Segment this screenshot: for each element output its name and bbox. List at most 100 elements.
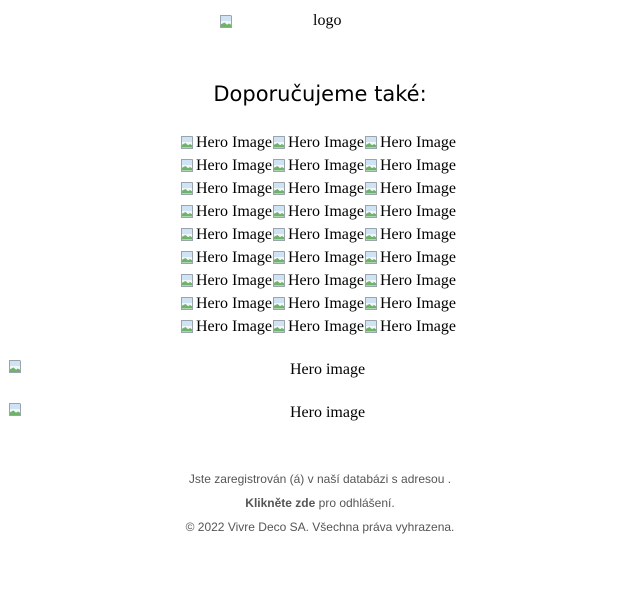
broken-image-icon (180, 295, 196, 312)
product-alt-text: Hero Image (288, 179, 364, 197)
product-alt-text: Hero Image (196, 133, 272, 151)
broken-image-icon (180, 272, 196, 289)
recommend-product-image[interactable]: Hero Image (272, 223, 364, 246)
recommend-product-image[interactable]: Hero Image (272, 200, 364, 223)
broken-image-icon (180, 157, 196, 174)
recommend-product-image[interactable]: Hero Image (180, 177, 272, 200)
logo-alt-text: logo (313, 12, 342, 29)
recommend-row: Hero Image Hero Image Hero Image (180, 131, 460, 154)
broken-image-icon (272, 226, 288, 243)
product-alt-text: Hero Image (380, 317, 456, 335)
recommend-product-image[interactable]: Hero Image (180, 292, 272, 315)
broken-image-icon (272, 134, 288, 151)
broken-image-icon (272, 180, 288, 197)
product-alt-text: Hero Image (196, 225, 272, 243)
product-alt-text: Hero Image (380, 294, 456, 312)
product-alt-text: Hero Image (380, 225, 456, 243)
recommend-product-image[interactable]: Hero Image (272, 269, 364, 292)
product-alt-text: Hero Image (196, 156, 272, 174)
broken-image-icon (180, 226, 196, 243)
recommend-product-image[interactable]: Hero Image (364, 292, 456, 315)
logo-image[interactable]: logo (219, 10, 359, 34)
recommend-row: Hero Image Hero Image Hero Image (180, 200, 460, 223)
recommend-product-image[interactable]: Hero Image (272, 177, 364, 200)
broken-image-icon (272, 203, 288, 220)
hero-image[interactable]: Hero image (8, 359, 632, 383)
product-alt-text: Hero Image (288, 271, 364, 289)
unsubscribe-text: pro odhlášení. (315, 496, 395, 510)
recommend-product-image[interactable]: Hero Image (364, 246, 456, 269)
recommend-product-image[interactable]: Hero Image (364, 315, 456, 338)
recommend-product-image[interactable]: Hero Image (180, 223, 272, 246)
product-alt-text: Hero Image (380, 179, 456, 197)
recommend-row: Hero Image Hero Image Hero Image (180, 154, 460, 177)
recommend-title: Doporučujeme také: (213, 82, 427, 106)
product-alt-text: Hero Image (288, 317, 364, 335)
copyright: © 2022 Vivre Deco SA. Všechna práva vyhr… (185, 520, 455, 534)
broken-image-icon (364, 203, 380, 220)
recommend-grid: Hero Image Hero Image Hero Image Hero Image… (180, 131, 460, 338)
broken-image-icon (272, 157, 288, 174)
broken-image-icon (272, 249, 288, 266)
recommend-product-image[interactable]: Hero Image (180, 200, 272, 223)
hero-alt-text: Hero image (290, 361, 366, 378)
recommend-product-image[interactable]: Hero Image (364, 269, 456, 292)
product-alt-text: Hero Image (196, 179, 272, 197)
broken-image-icon (364, 318, 380, 335)
broken-image-icon (180, 249, 196, 266)
recommend-product-image[interactable]: Hero Image (180, 154, 272, 177)
broken-image-icon (180, 203, 196, 220)
broken-image-icon (364, 295, 380, 312)
recommend-product-image[interactable]: Hero Image (180, 315, 272, 338)
product-alt-text: Hero Image (288, 156, 364, 174)
recommend-product-image[interactable]: Hero Image (364, 131, 456, 154)
recommend-product-image[interactable]: Hero Image (272, 131, 364, 154)
recommend-product-image[interactable]: Hero Image (364, 177, 456, 200)
recommend-product-image[interactable]: Hero Image (180, 246, 272, 269)
broken-image-icon (364, 180, 380, 197)
product-alt-text: Hero Image (380, 271, 456, 289)
hero-alt-text: Hero image (290, 404, 366, 421)
product-alt-text: Hero Image (196, 248, 272, 266)
recommend-product-image[interactable]: Hero Image (364, 223, 456, 246)
product-alt-text: Hero Image (196, 202, 272, 220)
recommend-row: Hero Image Hero Image Hero Image (180, 223, 460, 246)
product-alt-text: Hero Image (288, 225, 364, 243)
broken-image-icon (272, 318, 288, 335)
recommend-row: Hero Image Hero Image Hero Image (180, 292, 460, 315)
product-alt-text: Hero Image (288, 294, 364, 312)
product-alt-text: Hero Image (380, 248, 456, 266)
recommend-row: Hero Image Hero Image Hero Image (180, 315, 460, 338)
broken-image-icon (364, 249, 380, 266)
recommend-product-image[interactable]: Hero Image (364, 200, 456, 223)
recommend-product-image[interactable]: Hero Image (364, 154, 456, 177)
broken-image-icon (180, 318, 196, 335)
broken-image-icon (272, 272, 288, 289)
broken-image-icon (364, 157, 380, 174)
product-alt-text: Hero Image (196, 294, 272, 312)
product-alt-text: Hero Image (288, 202, 364, 220)
recommend-product-image[interactable]: Hero Image (272, 154, 364, 177)
recommend-product-image[interactable]: Hero Image (272, 292, 364, 315)
broken-image-icon (272, 295, 288, 312)
broken-image-icon (180, 134, 196, 151)
broken-image-icon (364, 134, 380, 151)
product-alt-text: Hero Image (288, 133, 364, 151)
recommend-product-image[interactable]: Hero Image (272, 315, 364, 338)
unsubscribe-link[interactable]: Klikněte zde (245, 496, 315, 510)
broken-image-icon (364, 272, 380, 289)
recommend-row: Hero Image Hero Image Hero Image (180, 269, 460, 292)
broken-image-icon (364, 226, 380, 243)
broken-image-icon (219, 14, 235, 30)
product-alt-text: Hero Image (196, 317, 272, 335)
recommend-row: Hero Image Hero Image Hero Image (180, 177, 460, 200)
broken-image-icon (180, 180, 196, 197)
recommend-product-image[interactable]: Hero Image (272, 246, 364, 269)
registration-notice: Jste zaregistrován (á) v naší databázi s… (188, 472, 452, 486)
recommend-product-image[interactable]: Hero Image (180, 131, 272, 154)
broken-image-icon (8, 359, 24, 375)
broken-image-icon (8, 402, 24, 418)
recommend-product-image[interactable]: Hero Image (180, 269, 272, 292)
product-alt-text: Hero Image (380, 133, 456, 151)
hero-image[interactable]: Hero image (8, 402, 632, 426)
